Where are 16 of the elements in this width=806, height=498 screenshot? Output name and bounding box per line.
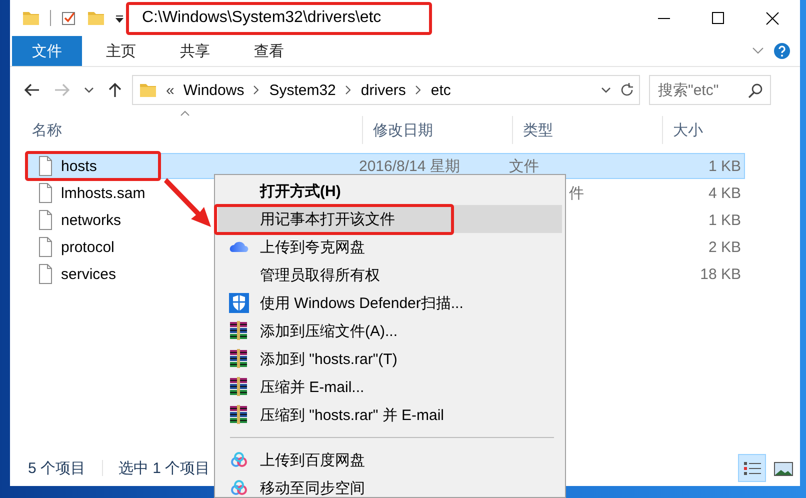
date-cell: 2016/8/14 星期 [359,158,460,174]
file-name: protocol [61,238,114,256]
size-cell: 18 KB [700,266,741,282]
selection-count: 选中 1 个项目 [118,458,210,478]
path-title: C:\Windows\System32\drivers\etc [142,9,382,27]
size-cell: 1 KB [708,158,741,174]
file-name: networks [61,212,122,228]
type-cell-text: 件 [568,184,584,202]
file-name: lmhosts.sam [61,184,146,202]
size-cell: 1 KB [708,212,741,228]
size-cell: 4 KB [708,184,741,202]
file-name: hosts [61,158,97,174]
size-cell: 2 KB [708,238,741,256]
item-count: 5 个项目 [28,458,86,478]
type-cell: 文件 [509,158,539,174]
file-name: services [61,266,116,282]
